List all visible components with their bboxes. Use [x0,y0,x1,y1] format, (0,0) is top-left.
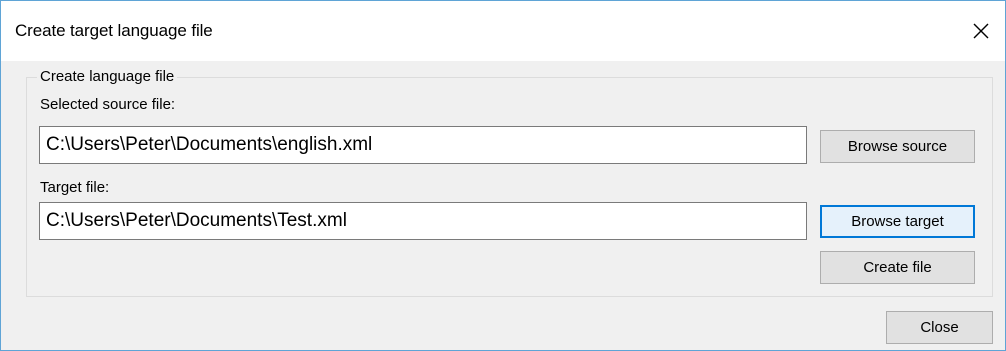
title-bar[interactable]: Create target language file [1,1,1005,61]
dialog-window: Create target language file Create langu… [0,0,1006,351]
group-legend: Create language file [37,68,178,85]
target-file-input[interactable]: C:\Users\Peter\Documents\Test.xml [39,202,807,240]
source-file-input[interactable]: C:\Users\Peter\Documents\english.xml [39,126,807,164]
window-title: Create target language file [15,21,213,40]
create-file-button[interactable]: Create file [820,251,975,284]
close-button[interactable]: Close [886,311,993,344]
browse-source-button[interactable]: Browse source [820,130,975,163]
target-file-label: Target file: [40,179,110,196]
source-file-label: Selected source file: [40,96,176,113]
close-icon[interactable] [961,13,1001,49]
browse-target-button[interactable]: Browse target [820,205,975,238]
create-language-file-group: Create language file Selected source fil… [26,68,993,297]
dialog-client-area: Create language file Selected source fil… [1,61,1005,350]
close-icon-glyph [973,23,989,39]
